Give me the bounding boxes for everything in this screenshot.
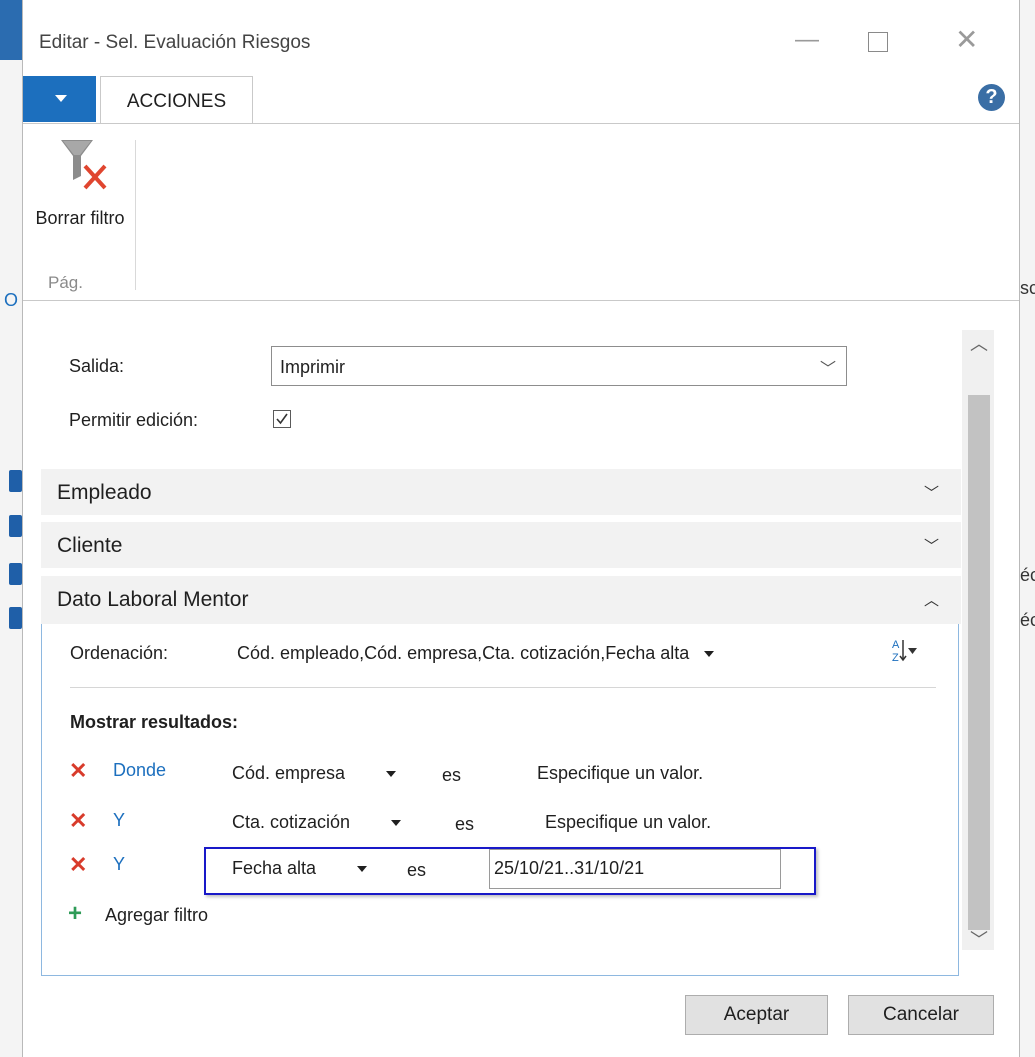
background-fragment: éc xyxy=(1020,610,1035,630)
background-checkbox xyxy=(9,607,22,629)
remove-filter-icon[interactable]: ✕ xyxy=(69,808,87,834)
fasttab-empleado[interactable]: Empleado ﹀ xyxy=(41,469,961,515)
add-filter-icon[interactable]: + xyxy=(68,900,82,928)
ordenacion-label: Ordenación: xyxy=(70,643,169,663)
filter-operator: es xyxy=(442,765,462,785)
ordenacion-value: Cód. empleado,Cód. empresa,Cta. cotizaci… xyxy=(237,643,690,663)
filter-field: Fecha alta xyxy=(232,858,317,878)
svg-text:A: A xyxy=(892,639,900,651)
remove-filter-icon[interactable]: ✕ xyxy=(69,758,87,784)
clear-filter-label: Borrar filtro xyxy=(35,208,125,228)
ordenacion-dropdown[interactable]: Cód. empleado,Cód. empresa,Cta. cotizaci… xyxy=(237,643,715,664)
fasttab-dato-label: Dato Laboral Mentor xyxy=(57,588,249,611)
scroll-down-icon[interactable]: ﹀ xyxy=(970,926,988,952)
salida-value: Imprimir xyxy=(280,357,345,377)
filter-operator: es xyxy=(407,860,427,880)
help-icon[interactable]: ? xyxy=(978,84,1005,111)
scroll-up-icon[interactable]: ︿ xyxy=(970,330,988,356)
filter-connector[interactable]: Y xyxy=(113,810,125,831)
dropdown-arrow-icon xyxy=(357,866,368,873)
tab-acciones[interactable]: ACCIONES xyxy=(100,76,253,124)
window-title: Editar - Sel. Evaluación Riesgos xyxy=(39,32,311,53)
salida-select[interactable]: Imprimir ﹀ xyxy=(271,346,847,386)
fecha-alta-value-input[interactable]: 25/10/21..31/10/21 xyxy=(489,849,781,889)
dropdown-arrow-icon xyxy=(386,771,397,778)
background-app-header xyxy=(0,0,22,60)
filter-operator: es xyxy=(455,814,475,834)
divider xyxy=(70,687,936,688)
filter-field: Cód. empresa xyxy=(232,763,346,783)
background-fragment: O xyxy=(4,290,19,310)
filter-field-dropdown[interactable]: Fecha alta xyxy=(232,858,368,879)
fasttab-cliente[interactable]: Cliente ﹀ xyxy=(41,522,961,568)
svg-text:Z: Z xyxy=(892,652,899,664)
fasttab-dato-laboral[interactable]: Dato Laboral Mentor ︿ xyxy=(41,576,961,624)
background-checkbox xyxy=(9,515,22,537)
filter-value[interactable]: Especifique un valor. xyxy=(545,812,711,833)
filter-field-dropdown[interactable]: Cód. empresa xyxy=(232,763,397,784)
permitir-edicion-label: Permitir edición: xyxy=(69,410,199,430)
filter-field: Cta. cotización xyxy=(232,812,351,832)
dialog-window: Editar - Sel. Evaluación Riesgos — ✕ ACC… xyxy=(22,0,1020,1057)
chevron-up-icon: ︿ xyxy=(923,592,939,609)
chevron-down-icon: ﹀ xyxy=(819,361,836,378)
remove-filter-icon[interactable]: ✕ xyxy=(69,852,87,878)
ribbon-group-label: Pág. xyxy=(48,273,83,292)
sort-az-icon[interactable]: A Z xyxy=(889,636,919,671)
background-fragment: sc xyxy=(1020,278,1035,298)
filter-connector[interactable]: Y xyxy=(113,854,125,875)
ribbon-group-separator xyxy=(135,140,136,290)
filter-value[interactable]: Especifique un valor. xyxy=(537,763,703,784)
close-icon[interactable]: ✕ xyxy=(955,26,978,54)
checkmark-icon xyxy=(276,413,288,425)
salida-label: Salida: xyxy=(69,356,125,376)
cancel-button[interactable]: Cancelar xyxy=(848,995,994,1035)
dropdown-arrow-icon xyxy=(704,651,715,658)
background-checkbox xyxy=(9,470,22,492)
ok-button[interactable]: Aceptar xyxy=(685,995,828,1035)
background-app-right xyxy=(1018,0,1035,1057)
filter-field-dropdown[interactable]: Cta. cotización xyxy=(232,812,402,833)
minimize-icon[interactable]: — xyxy=(795,28,819,52)
background-checkbox xyxy=(9,563,22,585)
add-filter-button[interactable]: Agregar filtro xyxy=(105,905,208,926)
mostrar-resultados-label: Mostrar resultados: xyxy=(70,712,239,732)
dropdown-arrow-icon xyxy=(391,820,402,827)
clear-filter-icon xyxy=(61,140,107,190)
maximize-icon[interactable] xyxy=(868,32,888,52)
scrollbar-thumb[interactable] xyxy=(968,395,990,930)
fasttab-empleado-label: Empleado xyxy=(57,481,152,504)
chevron-down-icon xyxy=(55,95,67,102)
ribbon-menu-button[interactable] xyxy=(23,76,96,122)
permitir-edicion-checkbox[interactable] xyxy=(273,410,291,428)
ribbon-body xyxy=(23,124,1019,301)
background-fragment: éc xyxy=(1020,565,1035,585)
fasttab-cliente-label: Cliente xyxy=(57,534,123,557)
clear-filter-button[interactable] xyxy=(39,134,119,264)
chevron-down-icon: ﹀ xyxy=(923,538,939,555)
filter-connector[interactable]: Donde xyxy=(113,760,166,781)
chevron-down-icon: ﹀ xyxy=(923,485,939,502)
